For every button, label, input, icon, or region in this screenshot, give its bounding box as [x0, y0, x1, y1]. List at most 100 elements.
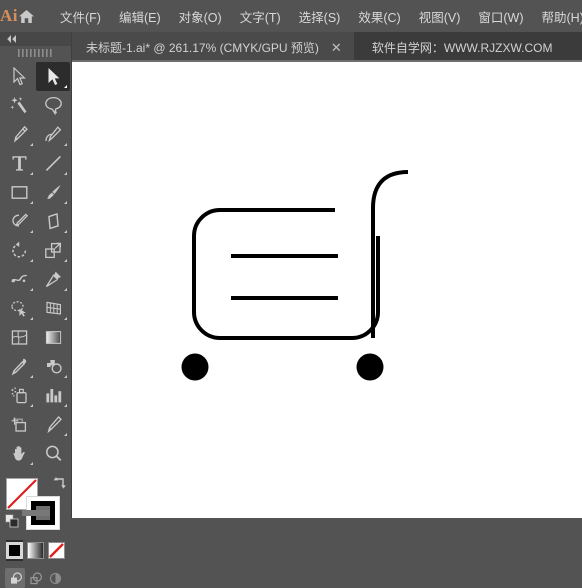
default-fill-stroke-icon[interactable]: [5, 514, 19, 533]
menu-item-list: 文件(F) 编辑(E) 对象(O) 文字(T) 选择(S) 效果(C) 视图(V…: [41, 0, 582, 32]
tool-flyout-indicator: [30, 404, 33, 407]
tool-free-transform[interactable]: [36, 265, 70, 294]
tool-line-segment[interactable]: [36, 149, 70, 178]
menu-item-object[interactable]: 对象(O): [170, 0, 231, 32]
tool-mesh[interactable]: [2, 323, 36, 352]
tool-flyout-indicator: [30, 230, 33, 233]
toolbar-footer-handle[interactable]: [22, 510, 50, 516]
tool-scale[interactable]: [36, 236, 70, 265]
none-button[interactable]: [48, 540, 65, 561]
menu-item-help[interactable]: 帮助(H): [533, 0, 582, 32]
none-swatch-icon: [48, 542, 65, 559]
bar-chart-icon: [44, 386, 63, 405]
watermark-text: 软件自学网：WWW.RJZXW.COM: [354, 32, 553, 62]
shape-builder-icon: [10, 299, 29, 318]
eyedropper-icon: [10, 357, 29, 376]
menu-item-effect[interactable]: 效果(C): [349, 0, 409, 32]
default-swatches-glyph: [5, 514, 19, 528]
tool-selection[interactable]: [2, 62, 36, 91]
menu-item-type[interactable]: 文字(T): [231, 0, 290, 32]
tool-curvature[interactable]: [36, 120, 70, 149]
menu-item-window[interactable]: 窗口(W): [469, 0, 532, 32]
shopping-cart-artwork[interactable]: [72, 62, 582, 518]
tool-flyout-indicator: [30, 288, 33, 291]
tool-flyout-indicator: [30, 259, 33, 262]
tool-width-warp[interactable]: [2, 265, 36, 294]
tool-blend[interactable]: [36, 352, 70, 381]
line-segment-icon: [44, 154, 63, 173]
document-tab-bar: 未标题-1.ai* @ 261.17% (CMYK/GPU 预览) ✕ 软件自学…: [72, 32, 582, 62]
menu-item-file[interactable]: 文件(F): [51, 0, 110, 32]
pen-icon: [10, 125, 29, 144]
document-canvas[interactable]: [72, 62, 582, 518]
fill-stroke-controls: [0, 474, 71, 536]
type-icon: [11, 154, 28, 173]
artboard-icon: [10, 415, 29, 434]
perspective-grid-icon: [44, 299, 63, 318]
tool-flyout-indicator: [30, 317, 33, 320]
tool-flyout-indicator: [30, 172, 33, 175]
tool-paintbrush[interactable]: [36, 178, 70, 207]
close-icon[interactable]: ✕: [331, 41, 342, 54]
draw-normal-button[interactable]: [5, 568, 25, 588]
paintbrush-icon: [44, 183, 63, 202]
home-icon[interactable]: [18, 0, 35, 32]
shaper-pencil-icon: [10, 212, 29, 231]
grip-dots-icon: [18, 49, 54, 57]
tool-flyout-indicator: [64, 85, 67, 88]
tool-artboard[interactable]: [2, 410, 36, 439]
swap-fill-stroke-icon[interactable]: [53, 476, 67, 495]
tool-shape-builder[interactable]: [2, 294, 36, 323]
color-button[interactable]: [6, 540, 23, 561]
tool-flyout-indicator: [64, 404, 67, 407]
color-swatch-icon: [6, 542, 23, 559]
eraser-icon: [44, 212, 63, 231]
draw-inside-button[interactable]: [45, 568, 65, 588]
symbol-sprayer-icon: [10, 386, 29, 405]
tool-grid: [0, 60, 71, 468]
tool-direct-selection[interactable]: [36, 62, 70, 91]
magic-wand-icon: [10, 96, 29, 115]
draw-mode-buttons: [0, 561, 71, 588]
panel-drag-handle[interactable]: [0, 46, 71, 60]
tool-type[interactable]: [2, 149, 36, 178]
menu-item-select[interactable]: 选择(S): [290, 0, 350, 32]
none-slash-glyph: [49, 543, 64, 558]
tool-column-graph[interactable]: [36, 381, 70, 410]
pin-icon: [44, 270, 63, 289]
tool-symbol-sprayer[interactable]: [2, 381, 36, 410]
tool-gradient[interactable]: [36, 323, 70, 352]
gradient-icon: [44, 328, 63, 347]
draw-behind-icon: [28, 571, 43, 586]
tool-flyout-indicator: [64, 201, 67, 204]
tools-panel: [0, 32, 72, 518]
menu-item-edit[interactable]: 编辑(E): [110, 0, 170, 32]
tool-shaper-pencil[interactable]: [2, 207, 36, 236]
curvature-pen-icon: [44, 125, 63, 144]
tool-magic-wand[interactable]: [2, 91, 36, 120]
tool-perspective-grid[interactable]: [36, 294, 70, 323]
tool-slice[interactable]: [36, 410, 70, 439]
tool-eyedropper[interactable]: [2, 352, 36, 381]
tool-pen[interactable]: [2, 120, 36, 149]
hand-icon: [10, 444, 29, 463]
magnifier-icon: [44, 444, 63, 463]
collapse-panel-button[interactable]: [0, 32, 71, 46]
gradient-button[interactable]: [27, 540, 44, 561]
tool-lasso[interactable]: [36, 91, 70, 120]
tool-hand[interactable]: [2, 439, 36, 468]
menu-item-view[interactable]: 视图(V): [410, 0, 470, 32]
scale-icon: [44, 241, 63, 260]
document-tab[interactable]: 未标题-1.ai* @ 261.17% (CMYK/GPU 预览) ✕: [72, 32, 354, 62]
tool-zoom[interactable]: [36, 439, 70, 468]
blend-icon: [44, 357, 63, 376]
app-logo: Ai: [0, 0, 18, 32]
draw-behind-button[interactable]: [25, 568, 45, 588]
tool-flyout-indicator: [64, 172, 67, 175]
draw-normal-icon: [8, 571, 23, 586]
tool-flyout-indicator: [30, 375, 33, 378]
tool-eraser[interactable]: [36, 207, 70, 236]
tool-rectangle[interactable]: [2, 178, 36, 207]
gradient-swatch-icon: [27, 542, 44, 559]
tool-rotate[interactable]: [2, 236, 36, 265]
